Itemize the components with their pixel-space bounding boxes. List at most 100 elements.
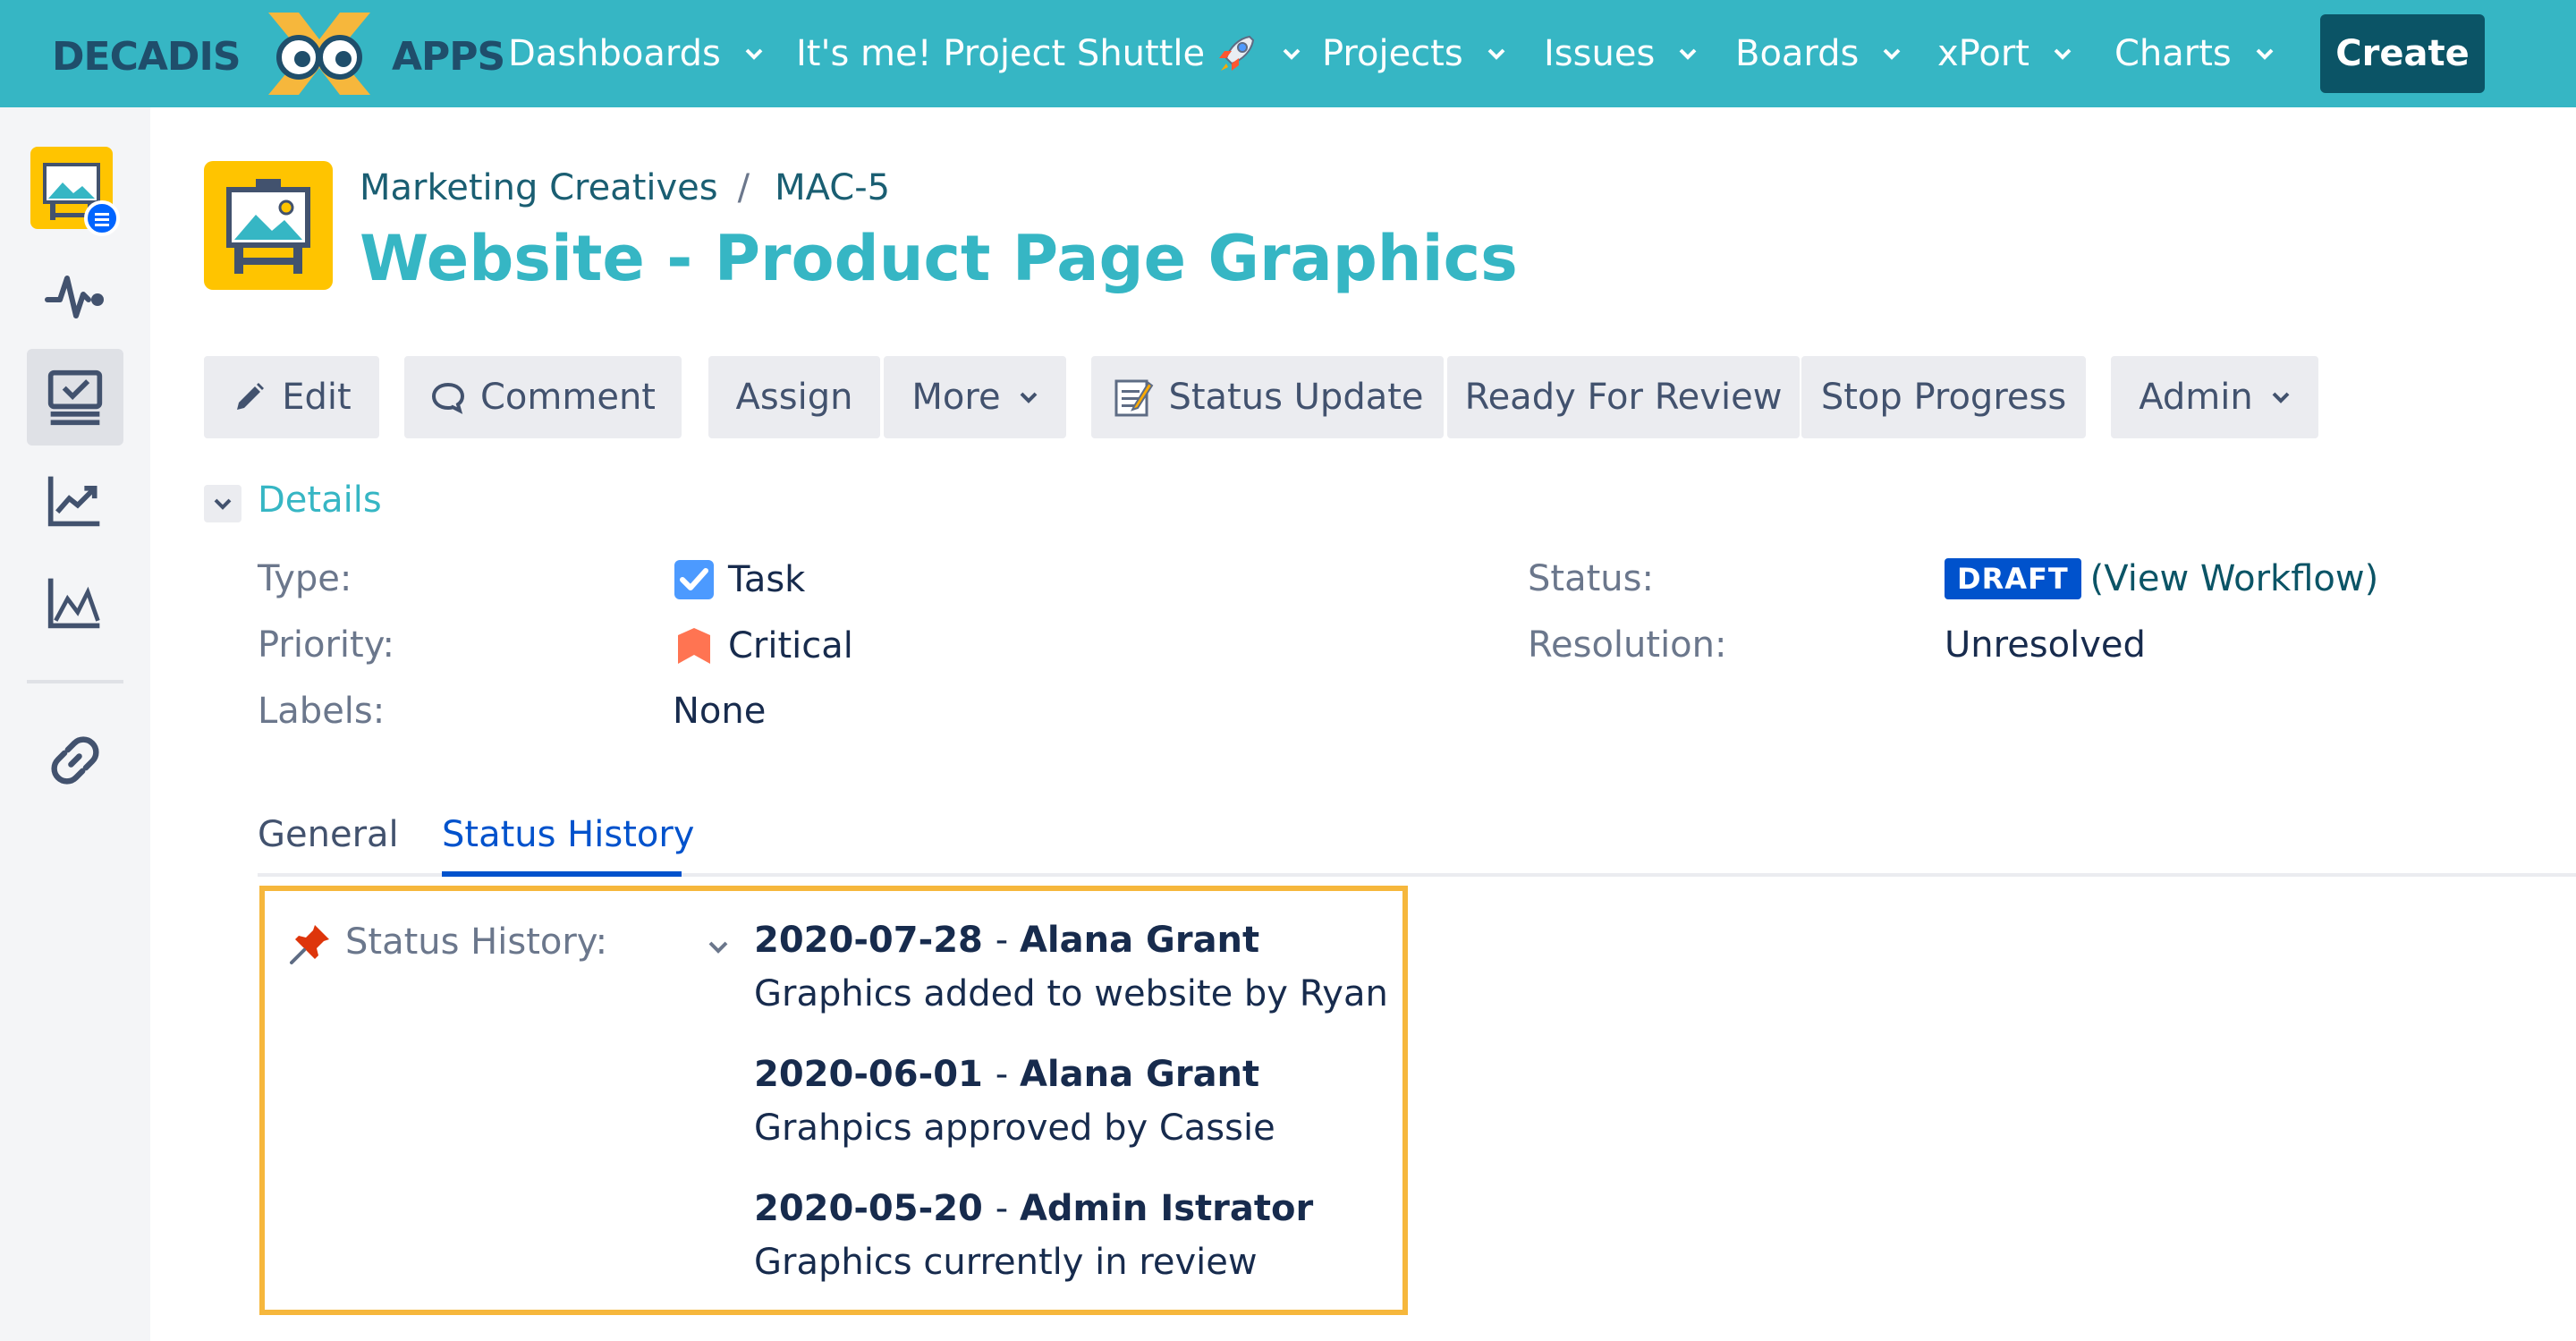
nav-projects[interactable]: Projects (1322, 0, 1506, 107)
more-button-label: More (911, 377, 1001, 418)
history-entry-text: Graphics added to website by Ryan (754, 973, 1388, 1014)
chevron-down-icon (2054, 48, 2072, 60)
status-label: Status: (1528, 558, 1654, 599)
comment-button[interactable]: Comment (404, 356, 682, 438)
ready-for-review-button[interactable]: Ready For Review (1447, 356, 1800, 438)
memo-icon (1114, 379, 1154, 417)
history-entry-text: Grahpics approved by Cassie (754, 1108, 1275, 1149)
sidebar-divider (27, 680, 123, 683)
chevron-down-icon (1020, 392, 1037, 403)
chevron-down-icon (2256, 48, 2274, 60)
easel-picture-icon (226, 179, 310, 274)
labels-value: None (673, 691, 767, 732)
status-update-button[interactable]: Status Update (1091, 356, 1444, 438)
status-badge: DRAFT (1945, 558, 2081, 599)
status-history-label: Status History: (345, 921, 608, 963)
board-icon (47, 369, 103, 426)
history-entry: 2020-06-01 - Alana Grant Grahpics approv… (754, 1054, 1275, 1149)
sidebar-board[interactable] (27, 349, 123, 446)
rocket-icon (1219, 35, 1255, 71)
nav-item-label: Boards (1735, 33, 1860, 74)
history-entry-date: 2020-05-20 (754, 1188, 983, 1229)
type-label: Type: (258, 558, 352, 599)
status-update-button-label: Status Update (1168, 377, 1424, 418)
sidebar-reports[interactable] (27, 453, 123, 549)
reports-icon (47, 476, 100, 527)
breadcrumb-project-link[interactable]: Marketing Creatives (360, 167, 718, 208)
nav-issues[interactable]: Issues (1544, 0, 1698, 107)
edit-button-label: Edit (282, 377, 352, 418)
activity-icon (45, 276, 104, 318)
sidebar-links[interactable] (27, 712, 123, 809)
tab-status-history[interactable]: Status History (442, 814, 694, 855)
task-checkbox-icon (674, 560, 714, 599)
project-avatar-icon (30, 147, 120, 236)
active-tab-indicator (442, 871, 682, 877)
nav-item-label: xPort (1937, 33, 2029, 74)
labels-label: Labels: (258, 691, 386, 732)
issue-title[interactable]: Website - Product Page Graphics (360, 222, 1518, 295)
nav-xport[interactable]: xPort (1937, 0, 2072, 107)
history-entry: 2020-05-20 - Admin Istrator Graphics cur… (754, 1188, 1314, 1283)
sidebar-charts[interactable] (27, 555, 123, 651)
decadis-apps-logo[interactable]: DECADIS APPS (50, 13, 505, 95)
edit-button[interactable]: Edit (204, 356, 379, 438)
history-entry-text: Graphics currently in review (754, 1242, 1258, 1283)
comment-icon (431, 382, 465, 414)
chart-icon (47, 578, 100, 629)
tab-general[interactable]: General (258, 814, 399, 855)
stop-progress-button[interactable]: Stop Progress (1801, 356, 2086, 438)
assign-button[interactable]: Assign (708, 356, 880, 438)
link-icon (51, 736, 99, 785)
status-value: DRAFT (View Workflow) (1945, 558, 2378, 599)
nav-project-shuttle[interactable]: It's me! Project Shuttle (796, 0, 1301, 107)
create-button[interactable]: Create (2320, 14, 2485, 93)
type-value-text: Task (728, 559, 806, 600)
project-avatar[interactable] (204, 161, 333, 290)
history-entry-user[interactable]: Alana Grant (1020, 920, 1259, 961)
resolution-label: Resolution: (1528, 624, 1727, 666)
admin-button[interactable]: Admin (2111, 356, 2318, 438)
chevron-down-icon[interactable] (707, 936, 730, 959)
nav-dashboards[interactable]: Dashboards (508, 0, 764, 107)
nav-item-label: It's me! Project Shuttle (796, 33, 1206, 74)
history-entry-user[interactable]: Admin Istrator (1020, 1188, 1313, 1229)
comment-button-label: Comment (480, 377, 656, 418)
details-section-title[interactable]: Details (258, 480, 382, 521)
breadcrumb-separator: / (737, 167, 750, 208)
chevron-down-icon (1679, 48, 1697, 60)
project-sidebar (0, 107, 150, 1341)
top-navigation-bar: DECADIS APPS Dashboards It's me! Project… (0, 0, 2576, 107)
nav-item-label: Projects (1322, 33, 1463, 74)
details-collapse-toggle[interactable] (204, 485, 242, 522)
chevron-down-icon (1883, 48, 1901, 60)
breadcrumb: Marketing Creatives / MAC-5 (360, 161, 890, 215)
priority-value-text: Critical (728, 625, 853, 666)
logo-left-word: DECADIS (52, 34, 242, 80)
resolution-value: Unresolved (1945, 624, 2146, 666)
logo-x-icon (268, 13, 370, 95)
history-entry: 2020-07-28 - Alana Grant Graphics added … (754, 920, 1388, 1014)
pushpin-icon (290, 925, 329, 964)
type-value: Task (673, 558, 805, 601)
sidebar-activity[interactable] (27, 247, 123, 344)
pencil-icon (237, 383, 265, 410)
nav-charts[interactable]: Charts (2114, 0, 2275, 107)
sidebar-project-avatar[interactable] (27, 143, 123, 240)
chevron-down-icon (2272, 392, 2290, 403)
admin-button-label: Admin (2139, 377, 2253, 418)
nav-item-label: Dashboards (508, 33, 721, 74)
more-button[interactable]: More (884, 356, 1066, 438)
view-workflow-link[interactable]: (View Workflow) (2090, 558, 2379, 599)
nav-item-label: Charts (2114, 33, 2232, 74)
logo-right-word: APPS (392, 34, 505, 80)
priority-label: Priority: (258, 624, 394, 666)
history-entry-user[interactable]: Alana Grant (1020, 1054, 1259, 1095)
breadcrumb-issue-key[interactable]: MAC-5 (775, 167, 890, 208)
nav-boards[interactable]: Boards (1735, 0, 1902, 107)
priority-critical-icon (678, 628, 710, 664)
chevron-down-icon (1487, 48, 1505, 60)
history-entry-date: 2020-07-28 (754, 920, 983, 961)
chevron-down-icon (214, 498, 232, 510)
nav-item-label: Issues (1544, 33, 1656, 74)
